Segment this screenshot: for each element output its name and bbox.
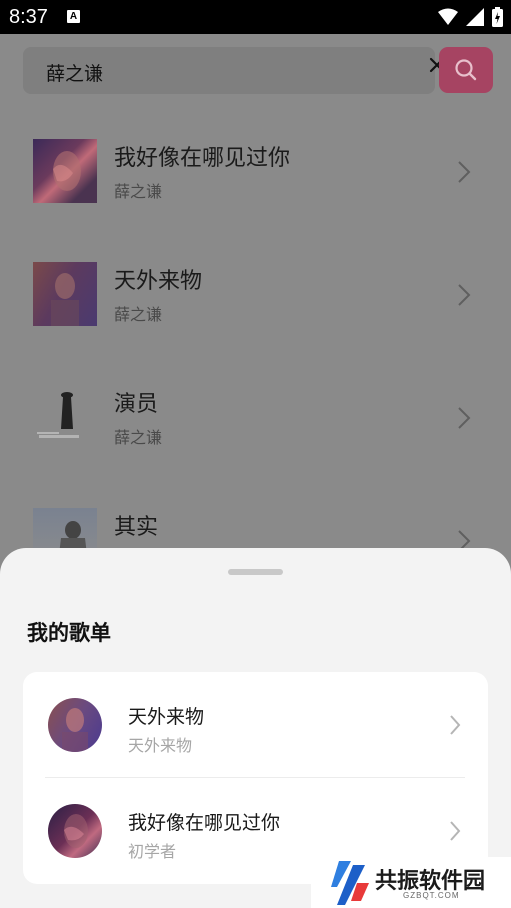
playlist-card: 天外来物 天外来物 我好像在哪见过你 初学者 (23, 672, 488, 884)
song-row[interactable]: 天外来物 薛之谦 (0, 252, 511, 376)
song-row[interactable]: 演员 薛之谦 (0, 375, 511, 499)
playlist-avatar (48, 698, 102, 752)
album-cover (33, 262, 97, 326)
chevron-right-icon (458, 284, 471, 306)
playlist-name: 天外来物 (128, 706, 205, 728)
search-icon (455, 59, 477, 81)
playlist-subtitle: 天外来物 (128, 736, 193, 755)
playlist-item[interactable]: 天外来物 天外来物 (23, 672, 488, 778)
song-title: 天外来物 (114, 269, 203, 294)
watermark-domain: GZBQT.COM (403, 891, 460, 900)
song-title: 其实 (114, 515, 159, 540)
song-row[interactable]: 我好像在哪见过你 薛之谦 (0, 129, 511, 253)
watermark-logo-icon (331, 861, 369, 905)
battery-icon (492, 7, 503, 27)
playlist-name: 我好像在哪见过你 (128, 812, 281, 834)
search-bar[interactable]: 薛之谦 (23, 47, 445, 94)
playlist-avatar (48, 804, 102, 858)
song-artist: 薛之谦 (114, 428, 163, 447)
sheet-title: 我的歌单 (27, 621, 111, 645)
song-title: 我好像在哪见过你 (114, 146, 291, 171)
watermark: 共振软件园 GZBQT.COM (311, 857, 511, 908)
song-artist: 薛之谦 (114, 182, 163, 201)
playlist-bottom-sheet: 我的歌单 天外来物 天外来物 我好像在哪见过你 初学者 (0, 548, 511, 908)
status-time: 8:37 (9, 6, 48, 28)
wifi-icon (438, 8, 458, 25)
signal-icon (466, 8, 484, 26)
notification-a-icon: A (67, 10, 80, 23)
album-cover (33, 385, 97, 449)
chevron-right-icon (458, 407, 471, 429)
chevron-right-icon (450, 715, 461, 735)
drag-handle[interactable] (228, 569, 283, 575)
album-cover (33, 139, 97, 203)
search-button[interactable] (439, 47, 493, 93)
chevron-right-icon (458, 161, 471, 183)
search-input[interactable]: 薛之谦 (46, 59, 103, 86)
system-icons (438, 7, 503, 27)
status-bar: 8:37 A (0, 0, 511, 34)
chevron-right-icon (450, 821, 461, 841)
song-artist: 薛之谦 (114, 305, 163, 324)
playlist-subtitle: 初学者 (128, 842, 177, 861)
song-title: 演员 (114, 392, 159, 417)
